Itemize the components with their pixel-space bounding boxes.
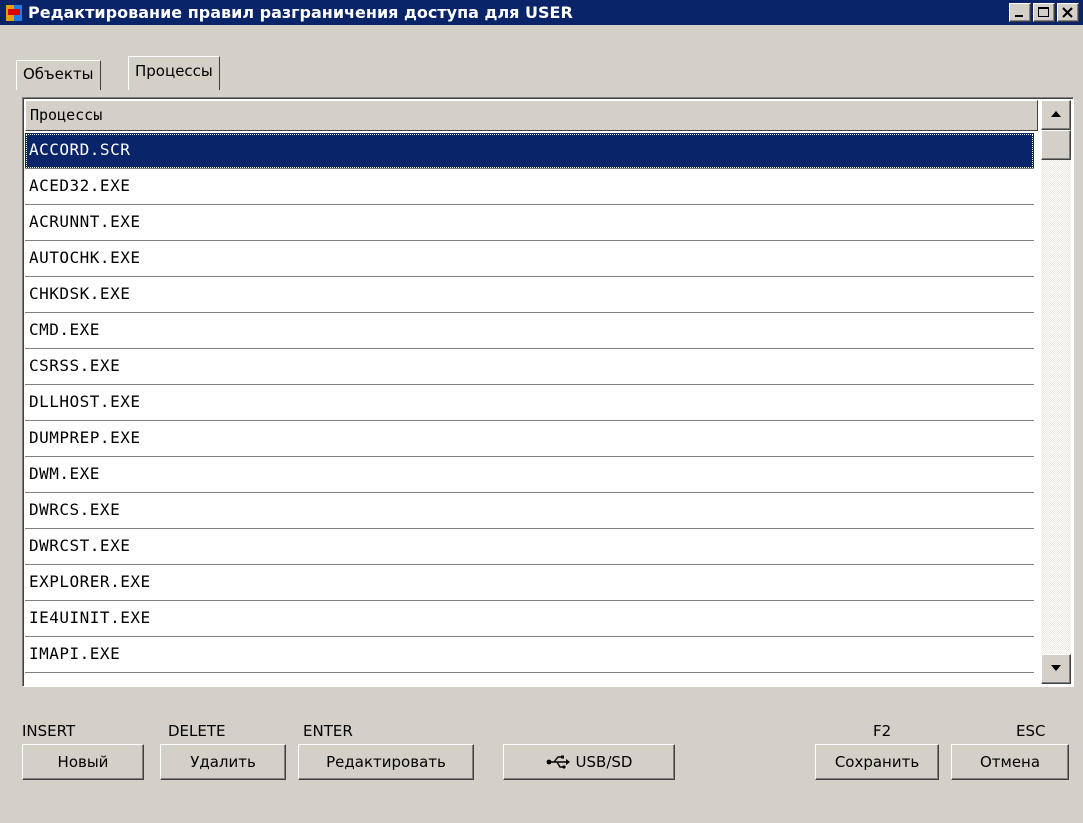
key-hint-enter: ENTER bbox=[303, 722, 353, 740]
save-button-label: Сохранить bbox=[834, 753, 920, 771]
save-button[interactable]: Сохранить bbox=[815, 744, 939, 780]
delete-button-label: Удалить bbox=[190, 753, 256, 771]
list-item[interactable]: DWM.EXE bbox=[25, 457, 1034, 493]
scroll-down-button[interactable] bbox=[1041, 654, 1071, 684]
key-hint-f2: F2 bbox=[873, 722, 892, 740]
minimize-icon bbox=[1015, 15, 1023, 17]
list-item[interactable]: DUMPREP.EXE bbox=[25, 421, 1034, 457]
scroll-up-button[interactable] bbox=[1041, 100, 1071, 130]
list-item[interactable]: DWRCST.EXE bbox=[25, 529, 1034, 565]
list-item[interactable]: ACED32.EXE bbox=[25, 169, 1034, 205]
app-icon bbox=[5, 4, 23, 22]
usb-icon bbox=[546, 754, 570, 770]
tab-objects[interactable]: Объекты bbox=[16, 60, 101, 90]
scroll-thumb[interactable] bbox=[1041, 130, 1071, 160]
list-item[interactable]: IMAPI.EXE bbox=[25, 637, 1034, 673]
close-icon bbox=[1062, 7, 1073, 18]
window-title: Редактирование правил разграничения дост… bbox=[28, 3, 573, 22]
key-hint-insert: INSERT bbox=[22, 722, 76, 740]
vertical-scrollbar[interactable] bbox=[1041, 100, 1071, 684]
edit-button[interactable]: Редактировать bbox=[298, 744, 474, 780]
close-button[interactable] bbox=[1057, 3, 1079, 22]
list-item[interactable]: DWRCS.EXE bbox=[25, 493, 1034, 529]
delete-button[interactable]: Удалить bbox=[160, 744, 286, 780]
list-item[interactable]: CHKDSK.EXE bbox=[25, 277, 1034, 313]
list-item[interactable]: EXPLORER.EXE bbox=[25, 565, 1034, 601]
cancel-button[interactable]: Отмена bbox=[951, 744, 1069, 780]
usb-sd-button[interactable]: USB/SD bbox=[503, 744, 675, 780]
new-button[interactable]: Новый bbox=[22, 744, 144, 780]
list-item[interactable]: DLLHOST.EXE bbox=[25, 385, 1034, 421]
arrow-down-icon bbox=[1051, 665, 1061, 671]
window-controls bbox=[1007, 3, 1079, 22]
list-column-header[interactable]: Процессы bbox=[25, 100, 1038, 131]
list-item[interactable]: ACRUNNT.EXE bbox=[25, 205, 1034, 241]
list-item[interactable]: IE4UINIT.EXE bbox=[25, 601, 1034, 637]
edit-button-label: Редактировать bbox=[326, 753, 446, 771]
key-hint-delete: DELETE bbox=[168, 722, 226, 740]
minimize-button[interactable] bbox=[1009, 3, 1031, 22]
list-rows: ACCORD.SCR ACED32.EXE ACRUNNT.EXE AUTOCHK.E… bbox=[25, 133, 1034, 673]
list-item[interactable]: CSRSS.EXE bbox=[25, 349, 1034, 385]
list-item[interactable]: AUTOCHK.EXE bbox=[25, 241, 1034, 277]
tab-processes[interactable]: Процессы bbox=[128, 56, 220, 90]
list-item[interactable]: CMD.EXE bbox=[25, 313, 1034, 349]
maximize-icon bbox=[1038, 7, 1049, 17]
arrow-up-icon bbox=[1051, 111, 1061, 117]
key-hint-esc: ESC bbox=[1016, 722, 1046, 740]
new-button-label: Новый bbox=[57, 753, 109, 771]
title-bar[interactable]: Редактирование правил разграничения дост… bbox=[0, 0, 1083, 25]
cancel-button-label: Отмена bbox=[979, 753, 1041, 771]
usb-sd-button-label: USB/SD bbox=[575, 753, 633, 771]
list-item[interactable]: ACCORD.SCR bbox=[25, 133, 1034, 169]
maximize-button[interactable] bbox=[1033, 3, 1055, 22]
process-list[interactable]: Процессы ACCORD.SCR ACED32.EXE ACRUNNT.EXE… bbox=[22, 97, 1074, 687]
